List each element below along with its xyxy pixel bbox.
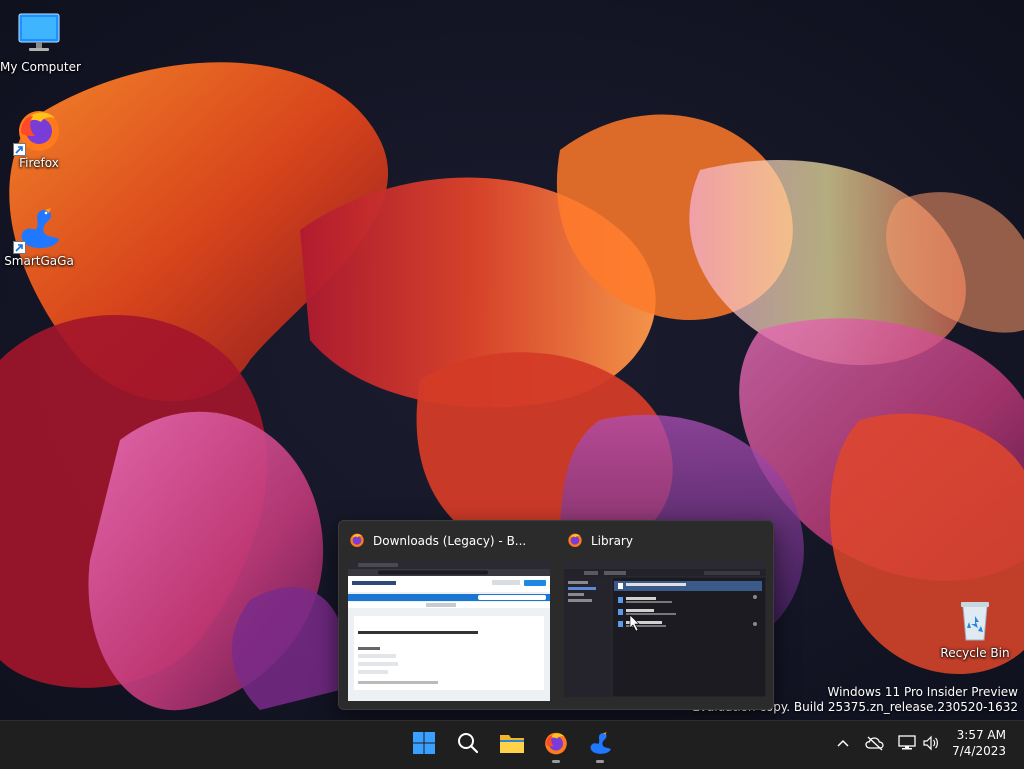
thumbnail-title: Library bbox=[567, 532, 633, 550]
show-hidden-icons-button[interactable] bbox=[832, 734, 854, 756]
onedrive-tray-button[interactable] bbox=[864, 734, 886, 756]
monitor-icon bbox=[15, 10, 63, 58]
taskbar bbox=[0, 720, 1024, 769]
network-icon bbox=[898, 735, 916, 755]
cloud-off-icon bbox=[865, 735, 885, 755]
firefox-icon bbox=[349, 532, 365, 551]
shortcut-arrow-icon bbox=[13, 241, 26, 254]
thumbnail-preview-downloads bbox=[348, 561, 550, 701]
window-thumbnail-library[interactable]: Library bbox=[557, 521, 773, 709]
speaker-icon bbox=[922, 735, 940, 755]
start-button[interactable] bbox=[404, 725, 444, 765]
thumbnail-title: Downloads (Legacy) - B... bbox=[349, 532, 526, 550]
chevron-up-icon bbox=[836, 736, 850, 755]
window-thumbnail-downloads[interactable]: Downloads (Legacy) - B... bbox=[339, 521, 555, 709]
smartgaga-icon bbox=[587, 730, 613, 760]
search-icon bbox=[456, 731, 480, 759]
file-explorer-button[interactable] bbox=[492, 725, 532, 765]
running-indicator bbox=[596, 760, 604, 763]
smartgaga-icon bbox=[13, 204, 63, 254]
desktop-icon-label: Recycle Bin bbox=[940, 646, 1010, 660]
recycle-bin-icon bbox=[951, 596, 999, 644]
firefox-taskbar-button[interactable] bbox=[536, 725, 576, 765]
thumbnail-preview-library bbox=[564, 561, 766, 697]
volume-tray-button[interactable] bbox=[920, 734, 942, 756]
start-icon bbox=[412, 731, 436, 759]
desktop-icon-smartgaga[interactable]: SmartGaGa bbox=[0, 204, 78, 268]
desktop-icon-firefox[interactable]: Firefox bbox=[0, 106, 78, 170]
desktop-icon-label: Firefox bbox=[19, 156, 59, 170]
desktop-icon-label: My Computer bbox=[0, 60, 81, 74]
thumbnail-title-text: Downloads (Legacy) - B... bbox=[373, 534, 527, 548]
firefox-icon bbox=[567, 532, 583, 551]
firefox-icon bbox=[13, 106, 63, 156]
network-tray-button[interactable] bbox=[896, 734, 918, 756]
taskbar-thumbnail-popup: Downloads (Legacy) - B... Library bbox=[338, 520, 774, 710]
thumbnail-title-text: Library bbox=[591, 534, 633, 548]
desktop-icon-label: SmartGaGa bbox=[4, 254, 74, 268]
running-indicator bbox=[552, 760, 560, 763]
taskbar-clock[interactable]: 3:57 AM 7/4/2023 bbox=[952, 727, 1006, 759]
desktop-icon-my-computer[interactable]: My Computer bbox=[0, 10, 81, 74]
desktop-icon-recycle-bin[interactable]: Recycle Bin bbox=[936, 596, 1014, 660]
clock-time: 3:57 AM bbox=[956, 728, 1006, 742]
search-button[interactable] bbox=[448, 725, 488, 765]
shortcut-arrow-icon bbox=[13, 143, 26, 156]
firefox-icon bbox=[543, 730, 569, 760]
smartgaga-taskbar-button[interactable] bbox=[580, 725, 620, 765]
clock-date: 7/4/2023 bbox=[952, 744, 1006, 758]
file-explorer-icon bbox=[499, 731, 525, 759]
